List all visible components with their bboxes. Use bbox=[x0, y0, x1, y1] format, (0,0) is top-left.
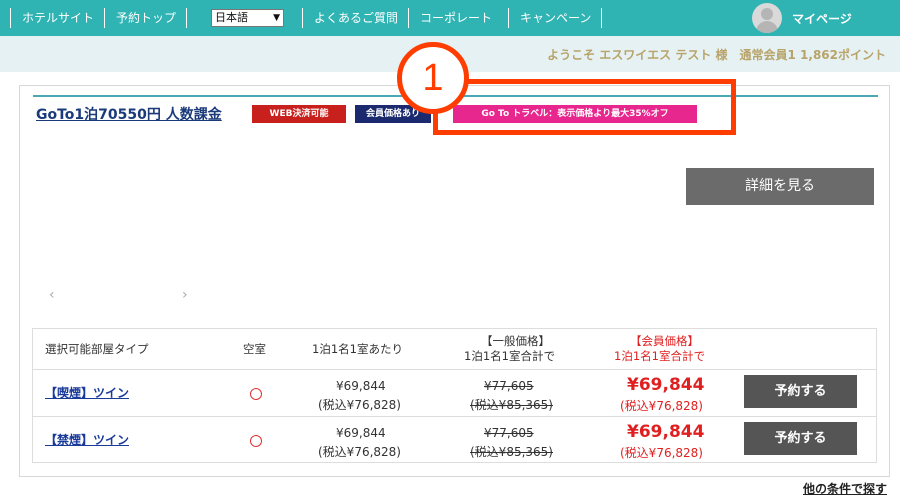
member-price-tax: (税込¥76,828) bbox=[620, 446, 703, 460]
web-payment-badge: WEB決済可能 bbox=[252, 105, 346, 123]
annotation-highlight-box bbox=[433, 79, 736, 135]
room-type-link[interactable]: 【喫煙】ツイン bbox=[45, 384, 129, 401]
nav-hotel-site[interactable]: ホテルサイト bbox=[22, 9, 94, 26]
header-room-type: 選択可能部屋タイプ bbox=[45, 342, 149, 356]
book-button[interactable]: 予約する bbox=[744, 375, 857, 408]
plan-title-link[interactable]: GoTo1泊70550円 人数課金 bbox=[36, 104, 222, 124]
per-person-price-tax: (税込¥76,828) bbox=[318, 398, 401, 412]
nav-separator bbox=[302, 8, 303, 28]
per-person-price: ¥69,844 bbox=[336, 379, 386, 393]
nav-separator bbox=[10, 8, 11, 28]
annotation-number-marker: 1 bbox=[397, 42, 469, 114]
header-member-price-sub: 1泊1名1室合計で bbox=[614, 349, 705, 363]
chevron-right-icon[interactable]: › bbox=[182, 287, 188, 303]
header-vacancy: 空室 bbox=[243, 342, 266, 356]
user-avatar-icon[interactable] bbox=[752, 3, 782, 33]
nav-faq[interactable]: よくあるご質問 bbox=[314, 9, 398, 26]
room-type-link[interactable]: 【禁煙】ツイン bbox=[45, 431, 129, 448]
welcome-message: ようこそ エスワイエス テスト 様 通常会員1 1,862ポイント bbox=[547, 48, 886, 62]
avatar-head bbox=[761, 8, 773, 20]
nav-separator bbox=[601, 8, 602, 28]
header-member-price: 【会員価格】 bbox=[630, 334, 699, 348]
nav-separator bbox=[508, 8, 509, 28]
vacancy-available-icon bbox=[250, 388, 262, 400]
header-general-price-sub: 1泊1名1室合計で bbox=[464, 349, 555, 363]
book-button[interactable]: 予約する bbox=[744, 422, 857, 455]
header-general-price: 【一般価格】 bbox=[481, 334, 550, 348]
nav-separator bbox=[186, 8, 187, 28]
per-person-price: ¥69,844 bbox=[336, 426, 386, 440]
nav-separator bbox=[104, 8, 105, 28]
member-price: ¥69,844 bbox=[627, 422, 705, 442]
general-price: ¥77,605 bbox=[484, 379, 534, 393]
nav-booking-top[interactable]: 予約トップ bbox=[116, 9, 176, 26]
vacancy-available-icon bbox=[250, 435, 262, 447]
search-other-conditions-link[interactable]: 他の条件で探す bbox=[803, 480, 887, 497]
nav-separator bbox=[408, 8, 409, 28]
general-price-tax: (税込¥85,365) bbox=[470, 398, 553, 412]
header-per-person: 1泊1名1室あたり bbox=[312, 342, 403, 356]
general-price-tax: (税込¥85,365) bbox=[470, 445, 553, 459]
nav-corporate[interactable]: コーポレート bbox=[420, 9, 492, 26]
view-details-button[interactable]: 詳細を見る bbox=[686, 168, 874, 205]
member-price: ¥69,844 bbox=[627, 375, 705, 395]
chevron-down-icon: ▼ bbox=[273, 13, 280, 23]
avatar-body bbox=[756, 21, 778, 33]
chevron-left-icon[interactable]: ‹ bbox=[49, 287, 55, 303]
table-row-divider bbox=[33, 369, 876, 370]
per-person-price-tax: (税込¥76,828) bbox=[318, 445, 401, 459]
table-row-divider bbox=[33, 416, 876, 417]
language-select[interactable]: 日本語 ▼ bbox=[211, 9, 284, 27]
nav-campaign[interactable]: キャンペーン bbox=[520, 9, 591, 26]
mypage-link[interactable]: マイページ bbox=[792, 10, 852, 27]
member-price-tax: (税込¥76,828) bbox=[620, 399, 703, 413]
language-select-value: 日本語 bbox=[215, 11, 248, 24]
general-price: ¥77,605 bbox=[484, 426, 534, 440]
